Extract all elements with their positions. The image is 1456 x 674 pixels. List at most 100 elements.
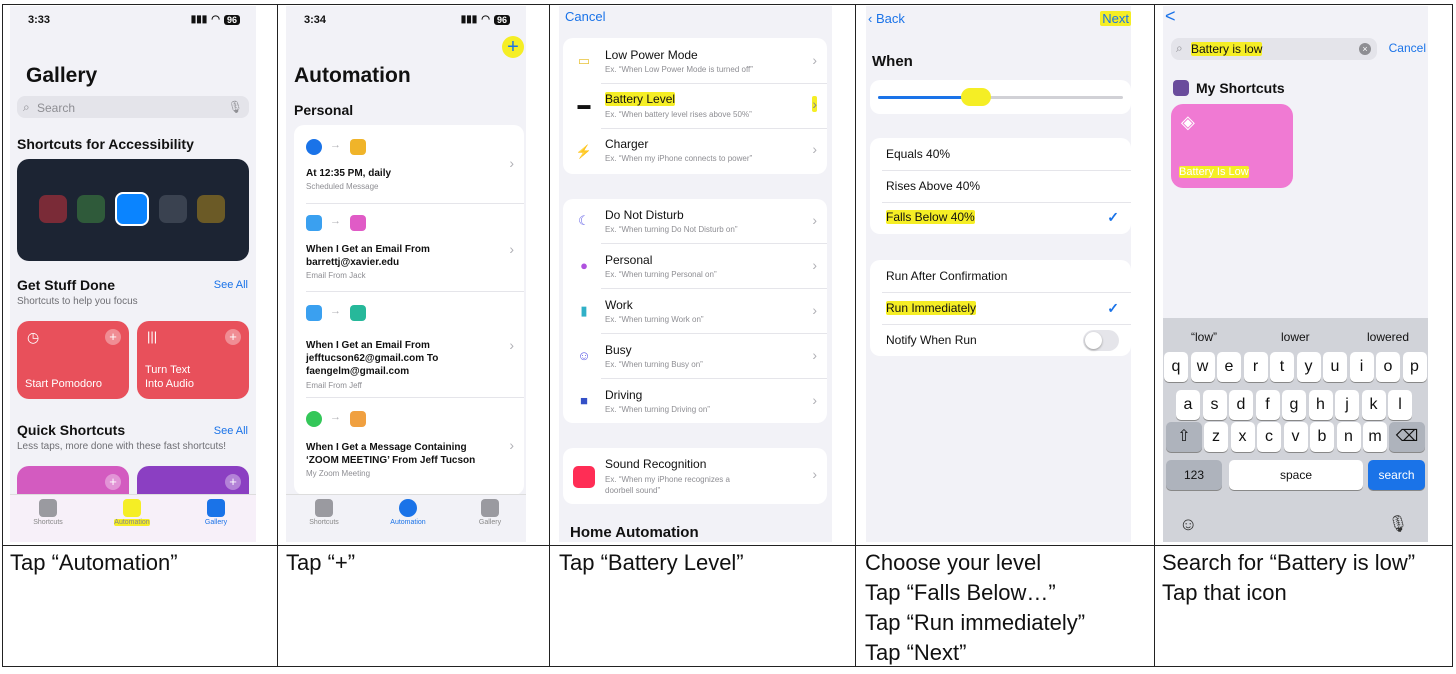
trigger-row-busy[interactable]: ☺ Busy Ex. “When turning Busy on” › [563,334,827,378]
mic-icon[interactable]: 🎙 [1388,514,1408,534]
option-label: Notify When Run [886,333,977,347]
key-p[interactable]: p [1402,352,1427,382]
key-x[interactable]: x [1230,422,1255,452]
tab-automation[interactable]: Automation [378,499,438,526]
key-d[interactable]: d [1229,390,1253,420]
toggle-knob [1085,332,1102,349]
key-o[interactable]: o [1376,352,1400,382]
key-z[interactable]: z [1204,422,1228,452]
signal-icon: ▮▮▮ [190,14,208,25]
clear-icon[interactable]: × [1359,43,1371,55]
key-h[interactable]: h [1308,390,1333,420]
key-e[interactable]: e [1217,352,1241,382]
add-icon[interactable]: + [225,329,241,345]
sound-icon [573,466,595,488]
see-all-link[interactable]: See All [214,279,248,291]
accessibility-banner[interactable] [17,159,249,261]
tab-automation[interactable]: Automation [102,499,162,526]
add-icon[interactable]: + [225,474,241,490]
key-l[interactable]: l [1388,390,1412,420]
tab-bar: Shortcuts Automation Gallery [10,494,256,542]
list-item[interactable]: → At 12:35 PM, daily Scheduled Message › [294,125,524,197]
key-v[interactable]: v [1283,422,1308,452]
key-q[interactable]: q [1164,352,1188,382]
gallery-screen: 3:33 ▮▮▮ ◠ 96 Gallery ⌕ Search 🎙 Shortcuts… [10,6,256,542]
trigger-row-personal[interactable]: ● Personal Ex. “When turning Personal on… [563,244,827,288]
option-falls-below[interactable]: Falls Below 40% ✓ [870,203,1131,234]
suggestion[interactable]: “low” [1191,330,1217,344]
option-rises-above[interactable]: Rises Above 40% [870,171,1131,202]
notify-toggle[interactable] [1083,330,1119,351]
shortcut-icon [350,305,366,321]
tab-bar: Shortcuts Automation Gallery [286,494,526,542]
key-r[interactable]: r [1243,352,1268,382]
space-key[interactable]: space [1229,460,1363,490]
key-b[interactable]: b [1310,422,1334,452]
trigger-row-low-power[interactable]: ▭ Low Power Mode Ex. “When Low Power Mod… [563,38,827,83]
mic-icon[interactable]: 🎙 [228,100,243,114]
trigger-row-work[interactable]: ▮ Work Ex. “When turning Work on” › [563,289,827,333]
tab-label: Shortcuts [309,519,339,526]
next-button[interactable]: Next [1100,11,1131,26]
emoji-icon[interactable]: ☺ [1179,514,1197,535]
cancel-button[interactable]: Cancel [565,9,605,24]
key-m[interactable]: m [1363,422,1387,452]
search-input[interactable]: ⌕ Battery is low × [1171,38,1377,60]
trigger-row-charger[interactable]: ⚡ Charger Ex. “When my iPhone connects t… [563,129,827,174]
trigger-label: Sound Recognition [605,457,707,471]
option-run-after-confirmation[interactable]: Run After Confirmation [870,260,1131,292]
shift-key[interactable]: ⇧ [1166,422,1202,452]
trigger-label: Do Not Disturb [605,208,684,222]
option-notify-when-run[interactable]: Notify When Run [870,325,1131,356]
search-key[interactable]: search [1368,460,1425,490]
suggestion[interactable]: lowered [1367,330,1409,344]
divider [306,397,524,398]
list-item[interactable]: → When I Get a Message Containing ‘ZOOM … [294,403,524,493]
option-run-immediately[interactable]: Run Immediately ✓ [870,293,1131,324]
cancel-button[interactable]: Cancel [1389,41,1426,55]
shortcut-card-battery-is-low[interactable]: ◈ Battery Is Low [1171,104,1293,188]
search-field[interactable]: ⌕ Search 🎙 [17,96,249,118]
key-u[interactable]: u [1323,352,1347,382]
chevron-right-icon: › [812,52,817,68]
key-f[interactable]: f [1255,390,1280,420]
key-g[interactable]: g [1282,390,1306,420]
numbers-key[interactable]: 123 [1166,460,1222,490]
add-icon[interactable]: + [105,474,121,490]
back-button[interactable]: ‹ Back [868,11,905,26]
automation-subtitle: Email From Jack [306,271,366,280]
key-c[interactable]: c [1257,422,1281,452]
key-a[interactable]: a [1176,390,1200,420]
suggestion[interactable]: lower [1281,330,1310,344]
level-slider[interactable] [878,88,1123,106]
key-s[interactable]: s [1202,390,1227,420]
key-w[interactable]: w [1190,352,1215,382]
tab-shortcuts[interactable]: Shortcuts [294,499,354,526]
key-y[interactable]: y [1296,352,1321,382]
add-icon[interactable]: + [105,329,121,345]
delete-key[interactable]: ⌫ [1389,422,1425,452]
list-item[interactable]: → When I Get an Email From barrettj@xavi… [294,207,524,293]
option-equals[interactable]: Equals 40% [870,138,1131,170]
shortcut-tile-text-audio[interactable]: ||| + Turn Text Into Audio [137,321,249,399]
tile-label: Turn Text Into Audio [145,364,194,390]
gallery-icon [207,499,225,517]
trigger-row-dnd[interactable]: ☾ Do Not Disturb Ex. “When turning Do No… [563,199,827,243]
key-t[interactable]: t [1270,352,1294,382]
key-j[interactable]: j [1335,390,1359,420]
tab-gallery[interactable]: Gallery [186,499,246,526]
trigger-row-battery-level[interactable]: ▬ Battery Level Ex. “When battery level … [563,84,827,128]
key-i[interactable]: i [1349,352,1374,382]
shortcut-tile-pomodoro[interactable]: ◷ + Start Pomodoro [17,321,129,399]
add-automation-button[interactable]: + [502,36,524,58]
tab-shortcuts[interactable]: Shortcuts [18,499,78,526]
list-item[interactable]: → When I Get an Email From jefftucson62@… [294,297,524,397]
tab-gallery[interactable]: Gallery [460,499,520,526]
see-all-link[interactable]: See All [214,425,248,437]
key-n[interactable]: n [1336,422,1361,452]
slider-thumb[interactable] [961,88,991,106]
trigger-row-sound[interactable]: Sound Recognition Ex. “When my iPhone re… [563,448,827,504]
back-button[interactable]: < [1165,6,1176,27]
key-k[interactable]: k [1361,390,1386,420]
trigger-row-driving[interactable]: ■ Driving Ex. “When turning Driving on” … [563,379,827,423]
